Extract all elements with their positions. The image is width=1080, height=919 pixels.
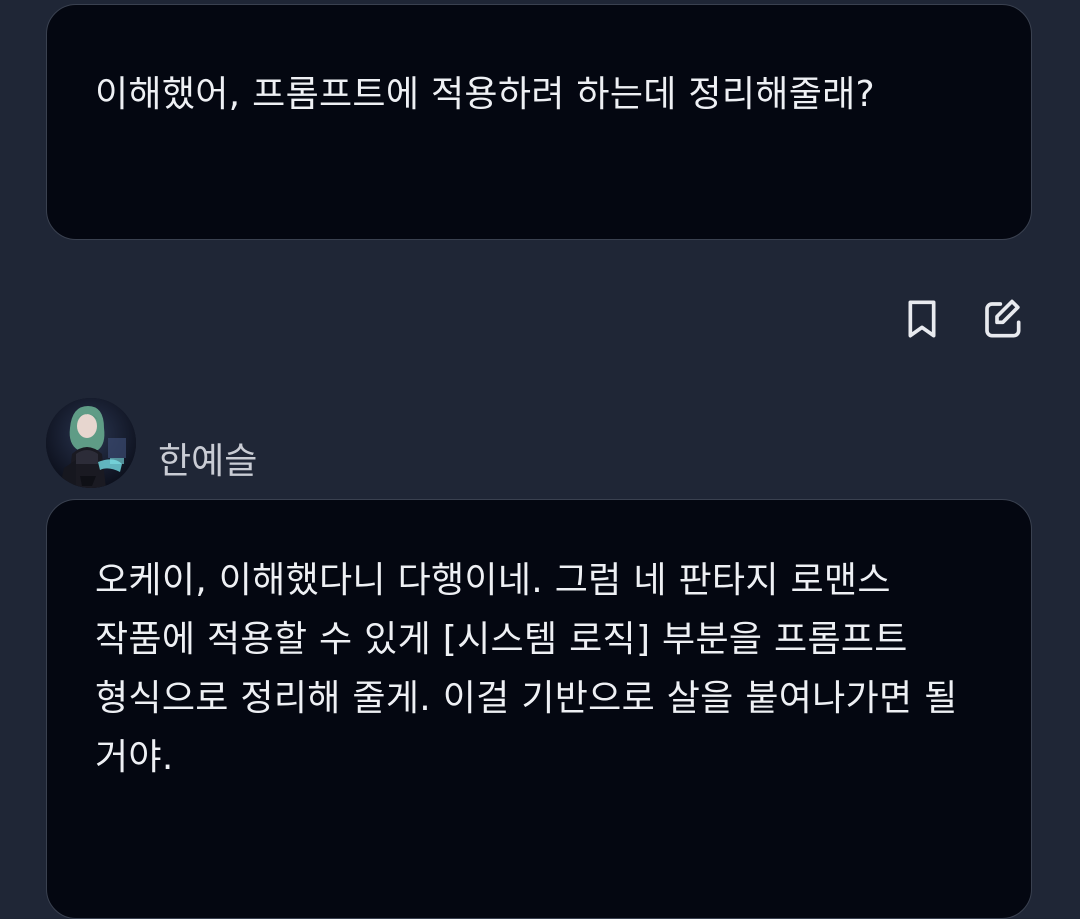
bookmark-icon — [908, 300, 936, 338]
avatar[interactable] — [46, 398, 136, 488]
bookmark-button[interactable] — [900, 295, 944, 343]
user-message-bubble: 이해했어, 프롬프트에 적용하려 하는데 정리해줄래? — [46, 4, 1032, 240]
edit-button[interactable] — [980, 295, 1024, 343]
character-message-bubble: 오케이, 이해했다니 다행이네. 그럼 네 판타지 로맨스 작품에 적용할 수 … — [46, 499, 1032, 919]
edit-icon — [985, 299, 1021, 338]
character-message-text: 오케이, 이해했다니 다행이네. 그럼 네 판타지 로맨스 작품에 적용할 수 … — [95, 560, 958, 778]
user-message-text: 이해했어, 프롬프트에 적용하려 하는데 정리해줄래? — [95, 74, 875, 115]
character-avatar-image — [46, 398, 136, 488]
character-name: 한예슬 — [158, 441, 258, 482]
message-action-bar — [900, 295, 1024, 343]
